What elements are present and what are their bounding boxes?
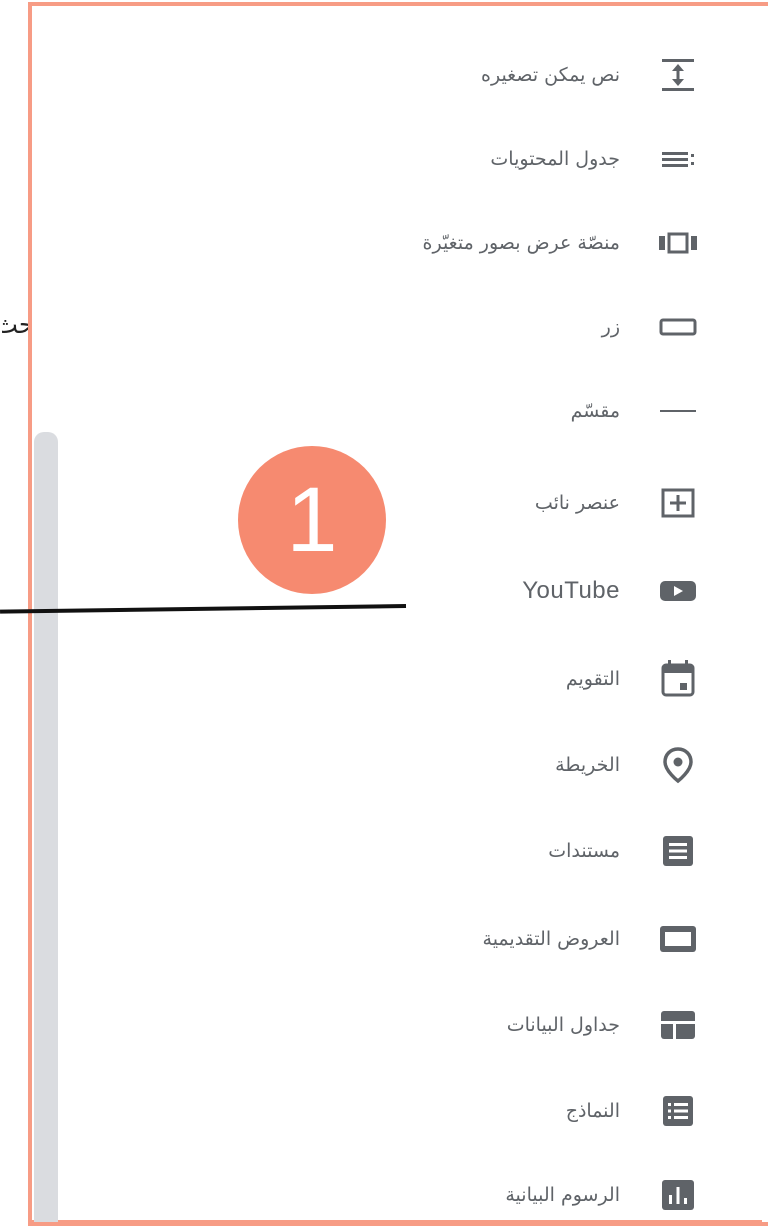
menu-item-table-of-contents[interactable]: جدول المحتويات [188, 134, 708, 184]
youtube-icon [648, 569, 708, 613]
placeholder-icon [648, 481, 708, 525]
button-icon [648, 305, 708, 349]
menu-item-label: مقسّم [570, 400, 620, 422]
menu-item-slides[interactable]: العروض التقديمية [188, 914, 708, 964]
insert-panel-screenshot: بحث نص يمكن تصغيره [0, 0, 768, 1230]
menu-item-label: جداول البيانات [506, 1014, 620, 1036]
menu-item-sheets[interactable]: جداول البيانات [188, 1000, 708, 1050]
carousel-icon [648, 221, 708, 265]
scrollbar[interactable] [34, 432, 58, 1222]
menu-item-calendar[interactable]: التقويم [188, 654, 708, 704]
menu-item-label: مستندات [548, 840, 620, 862]
menu-item-map[interactable]: الخريطة [188, 740, 708, 790]
highlight-frame-bottom [28, 1222, 768, 1226]
menu-item-label: زر [601, 316, 620, 338]
menu-item-label: YouTube [522, 577, 620, 604]
menu-item-charts[interactable]: الرسوم البيانية [188, 1170, 708, 1220]
table-of-contents-icon [648, 137, 708, 181]
collapsible-text-icon [648, 53, 708, 97]
menu-item-docs[interactable]: مستندات [188, 826, 708, 876]
menu-item-label: الخريطة [555, 754, 620, 776]
highlight-frame-top [28, 2, 768, 6]
menu-item-label: العروض التقديمية [482, 928, 620, 950]
menu-item-label: التقويم [565, 668, 620, 690]
menu-item-label: عنصر نائب [534, 492, 620, 514]
map-pin-icon [648, 743, 708, 787]
menu-item-label: النماذج [565, 1100, 620, 1122]
sheets-icon [648, 1003, 708, 1047]
calendar-icon [648, 657, 708, 701]
charts-icon [648, 1173, 708, 1217]
annotation-badge: 1 [238, 446, 386, 594]
annotation-badge-number: 1 [286, 468, 338, 571]
menu-item-label: جدول المحتويات [490, 148, 620, 170]
divider-icon [648, 389, 708, 433]
menu-item-collapsible-text[interactable]: نص يمكن تصغيره [188, 50, 708, 100]
menu-item-label: نص يمكن تصغيره [481, 64, 620, 86]
forms-icon [648, 1089, 708, 1133]
menu-item-forms[interactable]: النماذج [188, 1086, 708, 1136]
menu-item-label: الرسوم البيانية [505, 1184, 620, 1206]
menu-item-divider[interactable]: مقسّم [188, 386, 708, 436]
docs-icon [648, 829, 708, 873]
menu-item-carousel[interactable]: منصّة عرض بصور متغيّرة [188, 218, 708, 268]
menu-item-label: منصّة عرض بصور متغيّرة [422, 232, 621, 254]
menu-item-button[interactable]: زر [188, 302, 708, 352]
slides-icon [648, 917, 708, 961]
